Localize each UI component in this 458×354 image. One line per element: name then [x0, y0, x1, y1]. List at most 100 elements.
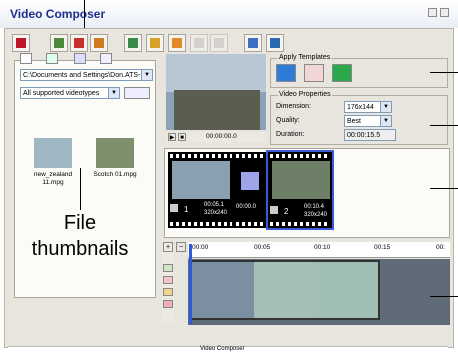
templates-group [270, 58, 448, 88]
effects-track-button[interactable] [163, 288, 173, 296]
tab-images[interactable] [46, 53, 58, 64]
insert-button[interactable] [146, 34, 164, 52]
template-transition-right-button[interactable] [332, 64, 352, 82]
stop-icon[interactable]: ■ [178, 133, 186, 141]
storyboard-button[interactable] [124, 34, 142, 52]
clip-time: 00:10.4 [304, 204, 325, 210]
dimension-select[interactable]: 176x144 ▼ [344, 101, 392, 113]
preview-video [166, 54, 266, 130]
timeline-clip[interactable] [190, 260, 380, 320]
clip-thumbnail-image [272, 161, 330, 199]
save-button[interactable] [12, 34, 30, 52]
export-button[interactable] [244, 34, 262, 52]
zoom-out-button[interactable]: − [176, 242, 186, 252]
timeline-frame-image [192, 262, 254, 318]
chevron-down-icon: ▼ [380, 116, 391, 126]
tab-audio[interactable] [74, 53, 86, 64]
transition-time: 00:00.0 [236, 204, 257, 210]
play-icon[interactable]: ▶ [168, 133, 176, 141]
preview-timecode: 00:00:00.0 [206, 133, 237, 140]
duration-label: Duration: [276, 131, 305, 138]
disabled-icon [214, 38, 224, 48]
remove-video-icon [74, 38, 84, 48]
taskbar-label: Video Composer [200, 346, 245, 352]
storyboard-icon [128, 38, 138, 48]
clip-thumbnail-image [172, 161, 230, 199]
edit-video-button[interactable] [90, 34, 108, 52]
edit-video-icon [94, 38, 104, 48]
callout-line-path [430, 188, 458, 189]
folder-path-text: C:\Documents and Settings\Don.ATS-D [23, 72, 146, 79]
help-icon [270, 38, 280, 48]
file-thumbnail-image[interactable] [34, 138, 72, 168]
template-transition-left-button[interactable] [276, 64, 296, 82]
properties-title: Video Properties [278, 91, 332, 98]
video-track-button[interactable] [163, 264, 173, 272]
clip-resolution: 320x240 [304, 212, 328, 218]
timeline-frame-image [256, 262, 318, 318]
duration-field: 00:00:15.5 [344, 129, 396, 141]
ruler-tick: 00:15 [374, 244, 391, 251]
export-icon [248, 38, 258, 48]
effect-button[interactable] [168, 34, 186, 52]
effect-icon [172, 38, 182, 48]
add-video-button[interactable] [50, 34, 68, 52]
add-video-icon [54, 38, 64, 48]
file-name: Scotch 01.mpg [93, 171, 137, 178]
clip-index: 1 [184, 205, 189, 214]
tab-video[interactable] [20, 53, 32, 64]
ruler-tick: 00:00 [192, 244, 209, 251]
remove-video-button[interactable] [70, 34, 88, 52]
restore-button[interactable] [428, 8, 437, 17]
preview-controls: ▶ ■ 00:00:00.0 [166, 132, 266, 142]
tab-other[interactable] [100, 53, 112, 64]
speaker-icon [170, 204, 178, 212]
transition-icon [241, 172, 259, 190]
file-name: new_zealand 11.mpg [33, 171, 73, 186]
record-button[interactable] [163, 300, 173, 308]
window-title: Video Composer [10, 7, 106, 21]
chevron-down-icon: ▼ [141, 70, 152, 80]
audio-track-button[interactable] [163, 276, 173, 284]
callout-line-path [430, 72, 458, 73]
filetype-filter-select[interactable]: All supported videotypes ▼ [20, 87, 120, 99]
disabled-button-1[interactable] [190, 34, 208, 52]
clip-card[interactable]: 1 00:05.1 320x240 [168, 152, 234, 228]
callout-line-path [430, 296, 458, 297]
disabled-button-2[interactable] [210, 34, 228, 52]
clip-card[interactable]: 2 00:10.4 320x240 [266, 150, 334, 230]
templates-title: Apply Templates [278, 54, 332, 61]
filetype-filter-text: All supported videotypes [23, 90, 100, 97]
speaker-icon [270, 206, 278, 214]
chevron-down-icon: ▼ [108, 88, 119, 98]
save-icon [16, 38, 26, 48]
chevron-down-icon: ▼ [380, 102, 391, 112]
quality-label: Quality: [276, 117, 300, 124]
timeline-tools: + [162, 242, 174, 322]
dimension-label: Dimension: [276, 103, 312, 110]
zoom-in-button[interactable]: + [163, 242, 173, 252]
quality-select[interactable]: Best ▼ [344, 115, 392, 127]
playhead[interactable] [189, 244, 192, 324]
help-button[interactable] [266, 34, 284, 52]
ruler-tick: 00:10 [314, 244, 331, 251]
ruler-tick: 00:05 [254, 244, 271, 251]
folder-path-select[interactable]: C:\Documents and Settings\Don.ATS-D ▼ [20, 69, 153, 81]
quality-value: Best [347, 118, 362, 125]
clip-index: 2 [284, 207, 289, 216]
insert-icon [150, 38, 160, 48]
template-blank-button[interactable] [304, 64, 324, 82]
search-folder-button[interactable] [124, 87, 150, 99]
transition-card[interactable]: 00:00.0 [234, 152, 266, 228]
callout-line-path [430, 125, 458, 126]
ruler-tick: 00: [436, 244, 446, 251]
browser-tabs [16, 53, 154, 65]
clip-resolution: 320x240 [204, 210, 228, 216]
duration-value: 00:00:15.5 [347, 132, 381, 139]
file-thumbnail-image[interactable] [96, 138, 134, 168]
clip-time: 00:05.1 [204, 202, 225, 208]
dimension-value: 176x144 [347, 104, 374, 111]
close-button[interactable] [440, 8, 449, 17]
disabled-icon [194, 38, 204, 48]
callout-line-path [80, 168, 81, 210]
